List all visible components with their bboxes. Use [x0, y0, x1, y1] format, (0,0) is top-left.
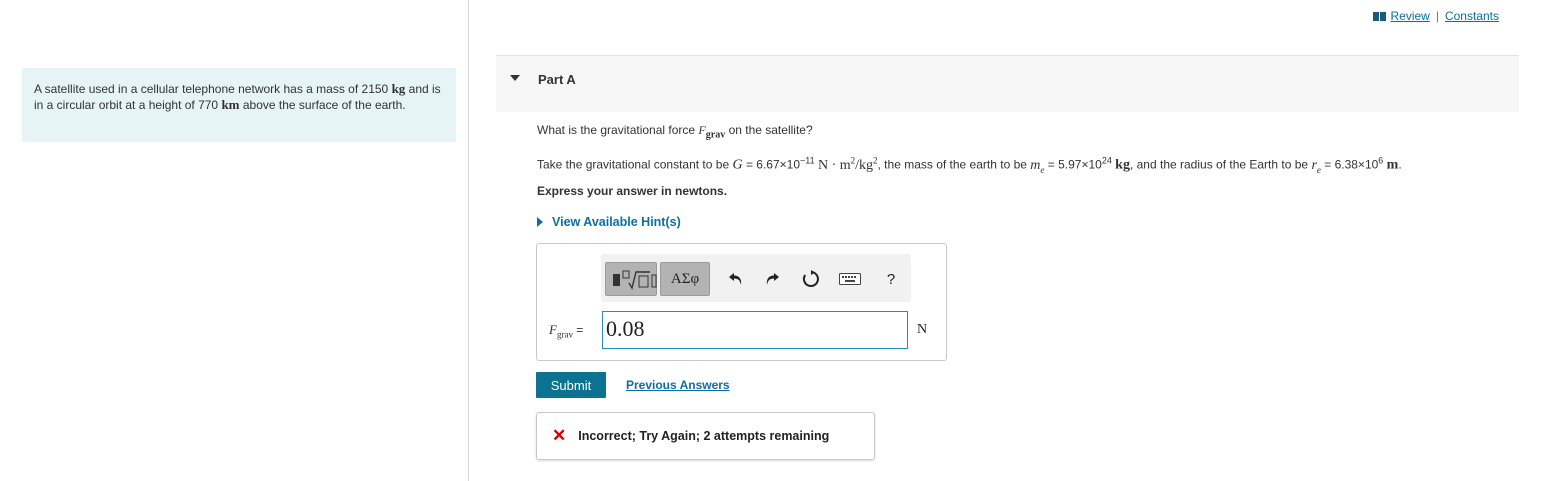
- panel-divider: [468, 0, 469, 481]
- express-instruction: Express your answer in newtons.: [537, 184, 728, 198]
- me-symbol-sub: e: [1040, 164, 1045, 175]
- given-end: .: [1398, 157, 1402, 172]
- me-exponent: 24: [1101, 155, 1112, 166]
- me-symbol-main: m: [1030, 157, 1041, 173]
- g-symbol: G: [732, 158, 742, 173]
- view-hints-toggle[interactable]: View Available Hint(s): [537, 215, 681, 229]
- templates-icon: [613, 270, 657, 290]
- re-exponent: 6: [1378, 155, 1384, 166]
- book-icon: [1373, 11, 1387, 21]
- me-symbol: me: [1030, 157, 1045, 175]
- g-unit-a: N · m: [817, 157, 851, 173]
- expand-triangle-icon: [537, 217, 543, 227]
- question-symbol: Fgrav: [698, 123, 726, 141]
- incorrect-x-icon: ✕: [552, 426, 567, 445]
- g-symbol-text: G: [732, 157, 743, 173]
- collapse-triangle-icon[interactable]: [510, 75, 520, 81]
- redo-icon[interactable]: [759, 262, 785, 296]
- question-symbol-main: F: [698, 123, 706, 137]
- templates-button[interactable]: [605, 262, 657, 296]
- question-text: What is the gravitational force Fgrav on…: [537, 123, 813, 140]
- answer-box: ΑΣφ ? Fgrav = 0.08 N: [536, 243, 947, 361]
- top-links: Review | Constants: [1373, 9, 1499, 23]
- reset-icon[interactable]: [798, 262, 824, 296]
- previous-answers-link[interactable]: Previous Answers: [626, 378, 730, 392]
- question-pre: What is the gravitational force: [537, 123, 696, 137]
- answer-label: Fgrav =: [549, 322, 583, 340]
- answer-label-symbol: F: [549, 322, 557, 337]
- problem-text-c: above the surface of the earth.: [242, 98, 406, 112]
- feedback-box: ✕ Incorrect; Try Again; 2 attempts remai…: [536, 412, 875, 460]
- submit-button[interactable]: Submit: [536, 372, 606, 398]
- answer-input[interactable]: 0.08: [602, 311, 908, 349]
- undo-icon[interactable]: [723, 262, 749, 296]
- view-hints-label: View Available Hint(s): [552, 215, 681, 229]
- symbols-button[interactable]: ΑΣφ: [660, 262, 710, 296]
- keyboard-icon[interactable]: [837, 262, 863, 296]
- help-button[interactable]: ?: [878, 262, 904, 296]
- re-unit: m: [1386, 157, 1399, 173]
- link-separator: |: [1435, 9, 1439, 23]
- g-value: = 6.67×10: [745, 157, 800, 172]
- question-post: on the satellite?: [728, 123, 813, 137]
- feedback-message: Incorrect; Try Again; 2 attempts remaini…: [578, 429, 830, 443]
- me-unit: kg: [1115, 157, 1130, 173]
- part-label: Part A: [538, 72, 576, 87]
- answer-label-sub: grav: [556, 329, 573, 340]
- g-unit-b: /kg: [855, 157, 874, 173]
- g-exponent: −11: [800, 155, 815, 166]
- problem-statement: A satellite used in a cellular telephone…: [22, 68, 456, 142]
- math-toolbar: ΑΣφ ?: [601, 254, 911, 302]
- re-symbol-sub: e: [1316, 164, 1321, 175]
- problem-text-a: A satellite used in a cellular telephone…: [34, 82, 389, 96]
- given-mid1: , the mass of the earth to be: [877, 157, 1027, 172]
- question-symbol-sub: grav: [705, 129, 726, 141]
- review-link[interactable]: Review: [1390, 9, 1429, 23]
- problem-unit-km: km: [221, 97, 240, 112]
- answer-label-eq: =: [576, 323, 584, 337]
- given-intro: Take the gravitational constant to be: [537, 157, 730, 172]
- g-unit: N · m2/kg2: [817, 155, 878, 173]
- part-header[interactable]: Part A: [496, 55, 1519, 112]
- answer-unit: N: [917, 322, 928, 337]
- re-symbol: re: [1311, 158, 1321, 175]
- problem-unit-kg: kg: [391, 81, 406, 96]
- constants-link[interactable]: Constants: [1445, 9, 1499, 23]
- given-mid2: , and the radius of the Earth to be: [1129, 157, 1309, 172]
- given-constants: Take the gravitational constant to be G …: [537, 155, 1402, 174]
- re-value: = 6.38×10: [1324, 157, 1379, 172]
- me-value: = 5.97×10: [1047, 157, 1102, 172]
